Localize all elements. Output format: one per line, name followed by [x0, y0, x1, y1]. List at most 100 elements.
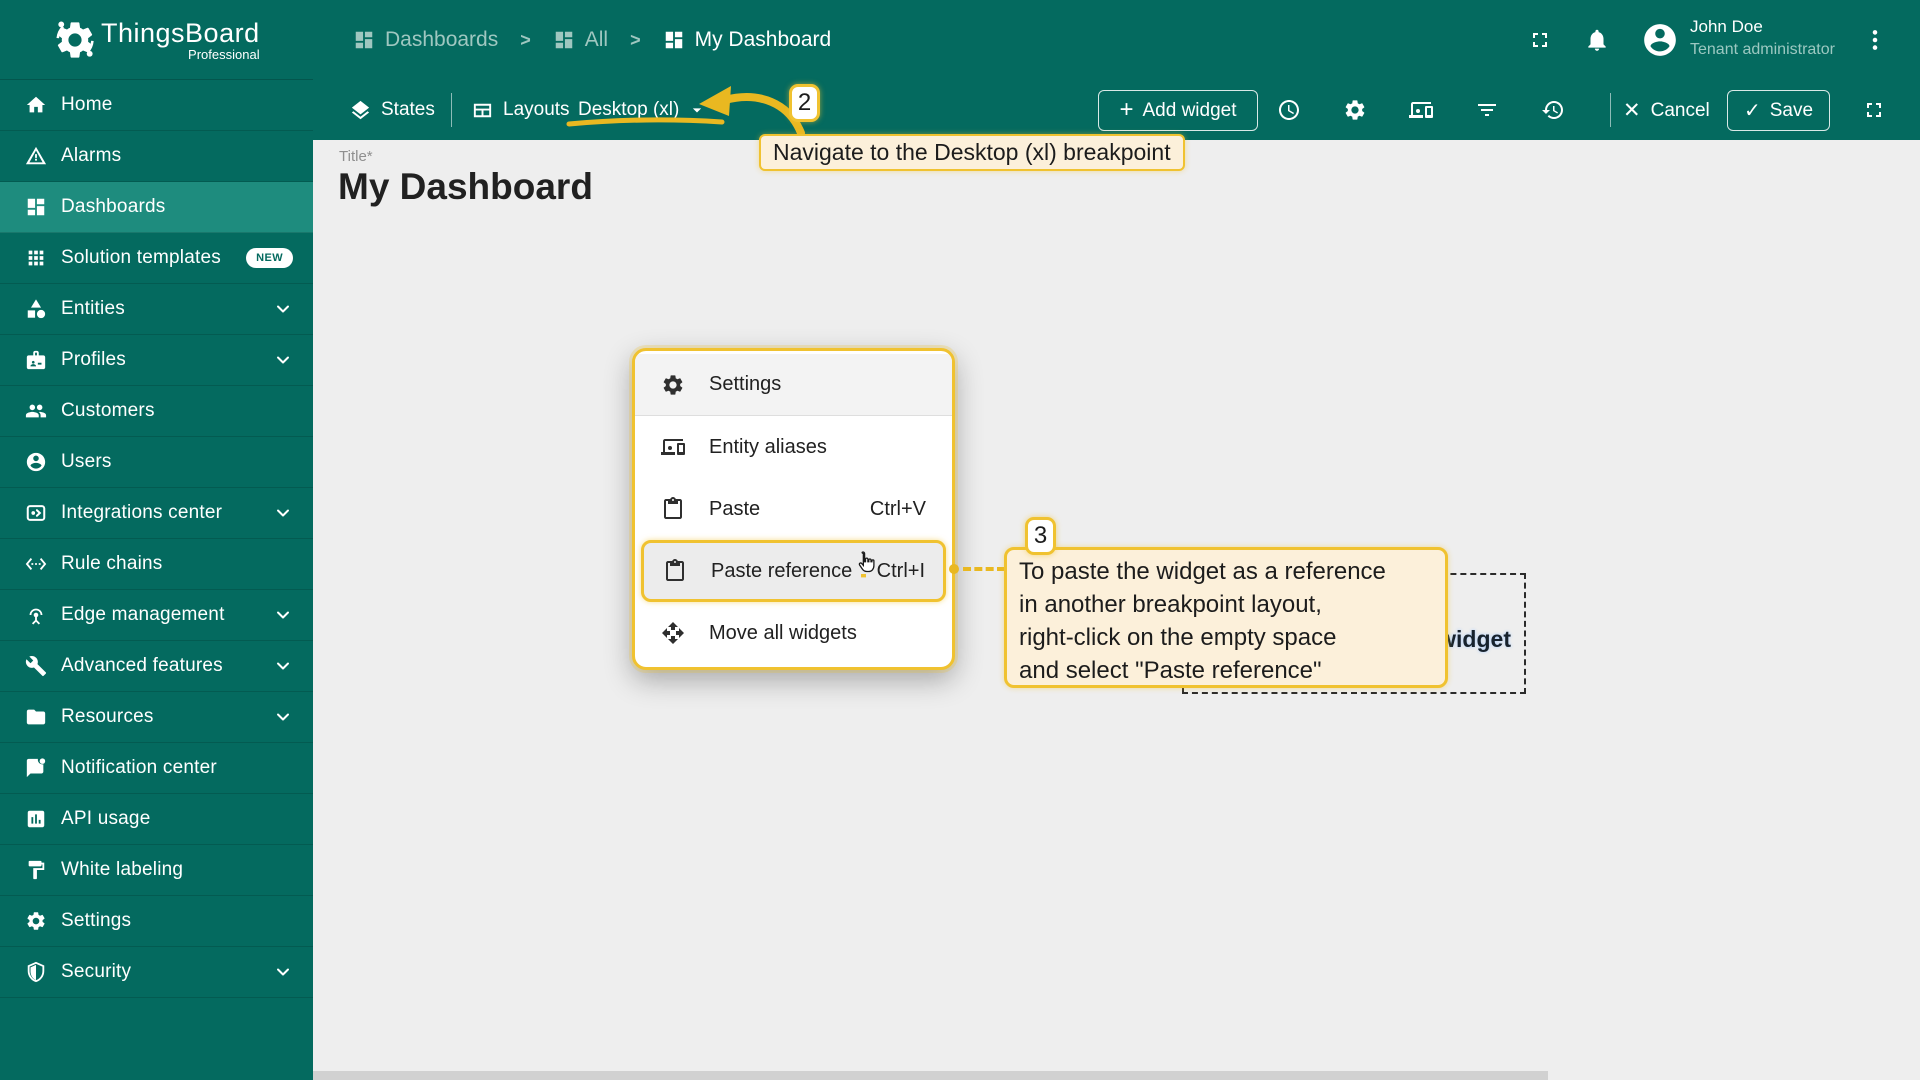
version-history-icon[interactable] — [1541, 98, 1565, 122]
sidebar-item-label: Rule chains — [61, 553, 163, 574]
sidebar-item-home[interactable]: Home — [0, 80, 313, 131]
sidebar-item-profiles[interactable]: Profiles — [0, 335, 313, 386]
alarms-warning-icon — [25, 145, 47, 167]
entity-aliases-icon[interactable] — [1409, 98, 1433, 122]
sidebar-item-label: Advanced features — [61, 655, 223, 676]
cancel-button[interactable]: ✕ Cancel — [1623, 90, 1710, 131]
sidebar-item-white-labeling[interactable]: White labeling — [0, 845, 313, 896]
brand-logo[interactable]: ThingsBoard Professional — [0, 0, 313, 80]
tutorial-connector-dot — [949, 564, 959, 574]
chevron-down-icon — [273, 299, 293, 319]
filters-icon[interactable] — [1475, 98, 1499, 122]
sidebar-item-edge-management[interactable]: Edge management — [0, 590, 313, 641]
sidebar-item-label: White labeling — [61, 859, 184, 880]
avatar[interactable] — [1641, 21, 1679, 59]
user-name: John Doe — [1690, 17, 1763, 36]
toolbar-divider — [451, 93, 452, 127]
sidebar-item-label: Home — [61, 94, 113, 115]
sidebar-item-users[interactable]: Users — [0, 437, 313, 488]
sidebar-item-rule-chains[interactable]: Rule chains — [0, 539, 313, 590]
breadcrumb-item-all[interactable]: All — [553, 28, 608, 52]
menu-item-entity-aliases[interactable]: Entity aliases — [635, 416, 952, 478]
layouts-button[interactable]: Layouts — [471, 80, 570, 140]
add-widget-button[interactable]: + Add widget — [1098, 90, 1258, 131]
sidebar-item-label: Customers — [61, 400, 155, 421]
sidebar-item-solution-templates[interactable]: Solution templates NEW — [0, 233, 313, 284]
sidebar-item-dashboards[interactable]: Dashboards — [0, 182, 313, 233]
hand-cursor-icon — [853, 549, 881, 579]
sidebar-item-resources[interactable]: Resources — [0, 692, 313, 743]
rule-chains-icon — [25, 553, 47, 575]
edge-antenna-icon — [25, 604, 47, 626]
user-role: Tenant administrator — [1690, 41, 1835, 58]
new-badge: NEW — [246, 248, 293, 268]
dashboard-toolbar: States Layouts Desktop (xl) + Add widget… — [313, 80, 1920, 140]
sidebar-item-customers[interactable]: Customers — [0, 386, 313, 437]
sidebar-item-label: Security — [61, 961, 132, 982]
notifications-bell-icon[interactable] — [1584, 27, 1610, 53]
sidebar-item-label: Entities — [61, 298, 125, 319]
dashboard-icon — [663, 29, 685, 51]
dashboard-settings-gear-icon[interactable] — [1343, 98, 1367, 122]
sidebar-item-api-usage[interactable]: API usage — [0, 794, 313, 845]
profiles-badge-icon — [25, 349, 47, 371]
menu-item-label: Entity aliases — [709, 435, 827, 458]
plus-icon: + — [1119, 95, 1134, 123]
sidebar-item-notification-center[interactable]: Notification center — [0, 743, 313, 794]
sidebar-item-security[interactable]: Security — [0, 947, 313, 998]
sidebar-item-integrations-center[interactable]: Integrations center — [0, 488, 313, 539]
sidebar-item-settings[interactable]: Settings — [0, 896, 313, 947]
user-menu[interactable]: John Doe Tenant administrator — [1690, 17, 1835, 59]
toolbar-icon-row — [1277, 98, 1565, 122]
layouts-label: Layouts — [503, 99, 570, 120]
gear-icon — [661, 373, 685, 397]
menu-item-paste[interactable]: Paste Ctrl+V — [635, 478, 952, 540]
close-icon: ✕ — [1623, 99, 1641, 122]
horizontal-scrollbar[interactable] — [313, 1071, 1548, 1080]
fullscreen-icon[interactable] — [1528, 28, 1552, 52]
time-window-icon[interactable] — [1277, 98, 1301, 122]
states-button[interactable]: States — [349, 80, 435, 140]
menu-item-settings[interactable]: Settings — [635, 354, 952, 416]
brand-edition: Professional — [188, 46, 260, 62]
dashboard-icon — [25, 196, 47, 218]
breakpoint-selector[interactable]: Desktop (xl) — [578, 80, 707, 140]
menu-item-shortcut: Ctrl+V — [869, 497, 926, 520]
user-circle-icon — [25, 451, 47, 473]
kebab-menu-icon[interactable] — [1862, 27, 1888, 53]
dashboard-title[interactable]: My Dashboard — [338, 166, 593, 208]
menu-item-paste-reference[interactable]: Paste reference Ctrl+I — [641, 540, 946, 602]
entities-shapes-icon — [25, 298, 47, 320]
sidebar-item-label: Resources — [61, 706, 154, 727]
breadcrumb-item-my-dashboard[interactable]: My Dashboard — [663, 28, 831, 52]
sidebar-item-label: Profiles — [61, 349, 126, 370]
move-widgets-icon — [661, 621, 685, 645]
tutorial-text-line: in another breakpoint layout, — [1019, 591, 1322, 618]
chevron-down-icon — [273, 962, 293, 982]
tutorial-callout-step3: To paste the widget as a reference in ano… — [1004, 547, 1448, 688]
fullscreen-icon[interactable] — [1862, 98, 1886, 122]
sidebar-item-label: Solution templates — [61, 247, 221, 268]
security-shield-icon — [25, 961, 47, 983]
paste-clipboard-icon — [663, 559, 687, 583]
sidebar-item-alarms[interactable]: Alarms — [0, 131, 313, 182]
apps-grid-icon — [25, 247, 47, 269]
chevron-down-icon — [273, 656, 293, 676]
customers-people-icon — [25, 400, 47, 422]
sidebar-item-entities[interactable]: Entities — [0, 284, 313, 335]
menu-item-label: Paste — [709, 497, 761, 520]
sidebar-item-advanced-features[interactable]: Advanced features — [0, 641, 313, 692]
breadcrumb-item-dashboards[interactable]: Dashboards — [353, 28, 498, 52]
tutorial-text-line: right-click on the empty space — [1019, 624, 1337, 651]
tutorial-text-line: and select "Paste reference" — [1019, 657, 1322, 684]
layouts-icon — [471, 99, 494, 122]
sidebar-menu: Home Alarms Dashboards Solution templates NE… — [0, 80, 313, 998]
notification-chat-icon — [25, 757, 47, 779]
check-icon: ✓ — [1743, 100, 1761, 122]
api-chart-icon — [25, 808, 47, 830]
sidebar-item-label: API usage — [61, 808, 151, 829]
tutorial-step-badge: 3 — [1025, 517, 1056, 555]
menu-item-move-all-widgets[interactable]: Move all widgets — [635, 602, 952, 664]
gear-icon — [25, 910, 47, 932]
save-button[interactable]: ✓ Save — [1727, 90, 1830, 131]
